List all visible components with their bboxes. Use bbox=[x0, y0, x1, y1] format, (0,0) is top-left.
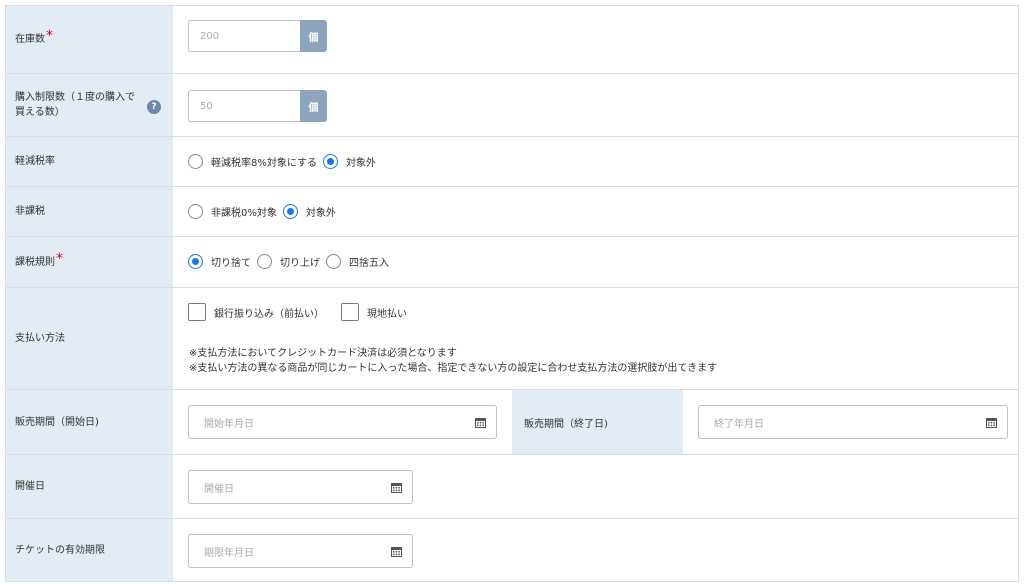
help-icon[interactable]: ? bbox=[147, 100, 161, 114]
checkbox-box[interactable] bbox=[341, 303, 359, 321]
radio-circle[interactable] bbox=[257, 254, 272, 269]
radio-tax-exempt-none[interactable]: 対象外 bbox=[282, 204, 336, 219]
calendar-icon bbox=[391, 483, 402, 493]
radio-circle[interactable] bbox=[188, 154, 203, 169]
product-settings-form: 在庫数 * 200 個 購入制限数（１度の購入で 買える数） ? 50 個 軽減税… bbox=[5, 5, 1019, 582]
row-reduced-tax: 軽減税率 軽減税率8%対象にする 対象外 bbox=[6, 137, 1018, 187]
radio-circle-selected[interactable] bbox=[188, 254, 203, 269]
row-event-date: 開催日 開催日 bbox=[6, 455, 1018, 519]
row-tax-rule: 課税規則 * 切り捨て 切り上げ 四捨五入 bbox=[6, 237, 1018, 288]
calendar-icon bbox=[391, 547, 402, 557]
checkbox-box[interactable] bbox=[188, 303, 206, 321]
stock-unit: 個 bbox=[300, 20, 327, 52]
purchase-limit-input[interactable]: 50 bbox=[188, 90, 300, 122]
purchase-limit-label: 購入制限数（１度の購入で 買える数） ? bbox=[6, 74, 173, 136]
payment-label: 支払い方法 bbox=[6, 288, 173, 389]
sale-period-start-label: 販売期間（開始日) bbox=[6, 390, 173, 454]
radio-circle[interactable] bbox=[326, 254, 341, 269]
required-mark: * bbox=[56, 250, 63, 267]
sale-start-date-input[interactable]: 開始年月日 bbox=[188, 405, 497, 439]
checkbox-onsite-payment[interactable]: 現地払い bbox=[341, 303, 407, 321]
radio-circle[interactable] bbox=[188, 204, 203, 219]
radio-round-up[interactable]: 切り上げ bbox=[257, 254, 320, 269]
row-sale-period: 販売期間（開始日) 開始年月日 販売期間（終了日) 終了年月日 bbox=[6, 390, 1018, 455]
tax-rule-label: 課税規則 * bbox=[6, 237, 173, 287]
payment-checkbox-group: 銀行振り込み（前払い） 現地払い bbox=[188, 303, 424, 321]
radio-circle-selected[interactable] bbox=[322, 154, 338, 169]
stock-field: 200 個 bbox=[188, 20, 327, 52]
checkbox-bank-transfer[interactable]: 銀行振り込み（前払い） bbox=[188, 303, 324, 321]
tax-exempt-label: 非課税 bbox=[6, 187, 173, 236]
calendar-icon bbox=[475, 418, 486, 428]
radio-round-half[interactable]: 四捨五入 bbox=[326, 254, 389, 269]
sale-end-date-input[interactable]: 終了年月日 bbox=[698, 405, 1008, 439]
reduced-tax-label: 軽減税率 bbox=[6, 137, 173, 186]
radio-circle-selected[interactable] bbox=[282, 204, 298, 219]
tax-exempt-radio-group: 非課税0%対象 対象外 bbox=[188, 204, 342, 219]
stock-label: 在庫数 * bbox=[6, 6, 173, 73]
radio-round-down[interactable]: 切り捨て bbox=[188, 254, 251, 269]
required-mark: * bbox=[46, 28, 53, 44]
row-payment: 支払い方法 銀行振り込み（前払い） 現地払い ※支払方法においてクレジットカード… bbox=[6, 288, 1018, 390]
ticket-expiry-input[interactable]: 期限年月日 bbox=[188, 534, 413, 568]
event-date-input[interactable]: 開催日 bbox=[188, 470, 413, 504]
radio-tax-exempt-0[interactable]: 非課税0%対象 bbox=[188, 204, 277, 219]
stock-input[interactable]: 200 bbox=[188, 20, 300, 52]
radio-reduced-tax-none[interactable]: 対象外 bbox=[322, 154, 376, 169]
payment-notes: ※支払方法においてクレジットカード決済は必須となります ※支払い方法の異なる商品… bbox=[189, 348, 718, 374]
radio-reduced-tax-8[interactable]: 軽減税率8%対象にする bbox=[188, 154, 317, 169]
row-ticket-expiry: チケットの有効期限 期限年月日 bbox=[6, 519, 1018, 581]
ticket-expiry-label: チケットの有効期限 bbox=[6, 519, 173, 581]
calendar-icon bbox=[986, 418, 997, 428]
sale-period-end-label: 販売期間（終了日) bbox=[512, 390, 683, 454]
event-date-label: 開催日 bbox=[6, 455, 173, 518]
purchase-limit-unit: 個 bbox=[300, 90, 327, 122]
row-tax-exempt: 非課税 非課税0%対象 対象外 bbox=[6, 187, 1018, 237]
row-stock: 在庫数 * 200 個 bbox=[6, 6, 1018, 74]
tax-rule-radio-group: 切り捨て 切り上げ 四捨五入 bbox=[188, 254, 395, 269]
purchase-limit-field: 50 個 bbox=[188, 90, 327, 122]
row-purchase-limit: 購入制限数（１度の購入で 買える数） ? 50 個 bbox=[6, 74, 1018, 137]
reduced-tax-radio-group: 軽減税率8%対象にする 対象外 bbox=[188, 154, 382, 169]
